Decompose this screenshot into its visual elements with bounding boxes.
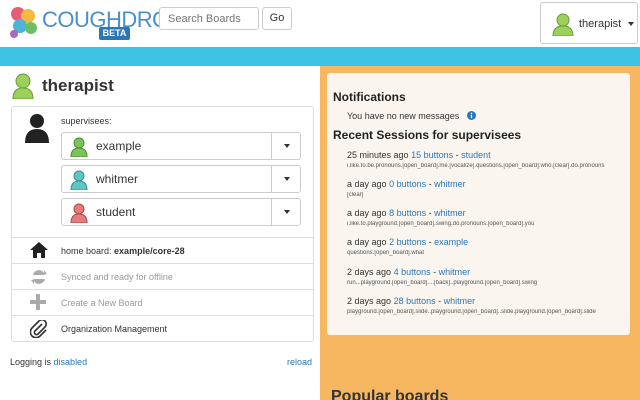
session-buttons-link[interactable]: 0 buttons	[389, 179, 426, 189]
avatar-icon	[70, 170, 88, 190]
session-buttons-link[interactable]: 15 buttons	[411, 150, 453, 160]
session-item: a day ago 2 buttons - example questions.…	[347, 237, 625, 256]
caret-down-icon	[284, 177, 290, 181]
session-detail: run...playground.[open_board]....[back].…	[347, 280, 538, 286]
sync-icon	[31, 270, 47, 284]
beta-badge: BETA	[99, 27, 130, 40]
session-item: 2 days ago 28 buttons - whitmer playgrou…	[347, 296, 625, 315]
session-time: a day ago	[347, 237, 387, 247]
recent-sessions-heading: Recent Sessions for supervisees	[333, 128, 522, 142]
session-time: a day ago	[347, 179, 387, 189]
notifications-card: Notifications You have no new messages R…	[327, 73, 630, 335]
supervisee-row[interactable]: example	[61, 132, 301, 160]
create-board-label: Create a New Board	[61, 298, 143, 308]
avatar-icon	[70, 137, 88, 157]
session-time: a day ago	[347, 208, 387, 218]
caret-down-icon	[284, 144, 290, 148]
notifications-heading: Notifications	[333, 90, 406, 104]
session-time: 25 minutes ago	[347, 150, 409, 160]
supervisee-row[interactable]: whitmer	[61, 165, 301, 193]
session-item: 25 minutes ago 15 buttons - student i.li…	[347, 150, 625, 169]
org-management-label: Organization Management	[61, 324, 168, 334]
page-title: therapist	[42, 76, 114, 95]
session-detail: [clear]	[347, 192, 364, 198]
session-time: 2 days ago	[347, 267, 392, 277]
supervisee-dropdown[interactable]	[271, 133, 301, 159]
session-item: a day ago 0 buttons - whitmer [clear]	[347, 179, 625, 198]
home-board-value[interactable]: example/core-28	[114, 246, 185, 256]
session-user-link[interactable]: whitmer	[434, 179, 466, 189]
session-detail: i.like.to.playground.[open_board].swing.…	[347, 221, 535, 227]
session-buttons-link[interactable]: 8 buttons	[389, 208, 426, 218]
accent-bar	[0, 47, 640, 66]
supervisees-label: supervisees:	[61, 116, 112, 126]
logging-prefix: Logging is	[10, 357, 54, 367]
top-header: COUGHDROP BETA Go therapist	[0, 0, 640, 47]
logo-icon[interactable]	[6, 4, 40, 40]
home-board-row[interactable]: home board: example/core-28	[12, 237, 313, 263]
session-user-link[interactable]: whitmer	[434, 208, 466, 218]
caret-down-icon	[628, 22, 634, 26]
home-icon	[30, 242, 48, 258]
session-user-link[interactable]: whitmer	[444, 296, 476, 306]
sync-row[interactable]: Synced and ready for offline	[12, 263, 313, 289]
avatar-icon	[552, 13, 574, 36]
supervisee-name: example	[96, 139, 142, 153]
user-menu-button[interactable]: therapist	[540, 2, 638, 44]
session-buttons-link[interactable]: 4 buttons	[394, 267, 431, 277]
left-panel: therapist supervisees: example whitmer s…	[0, 66, 320, 400]
user-name: therapist	[579, 18, 622, 30]
supervisee-dropdown[interactable]	[271, 199, 301, 225]
session-buttons-link[interactable]: 28 buttons	[394, 296, 436, 306]
session-buttons-link[interactable]: 2 buttons	[389, 237, 426, 247]
supervisee-name: student	[96, 205, 136, 219]
session-user-link[interactable]: student	[461, 150, 491, 160]
logging-status: Logging is disabled	[10, 357, 87, 367]
supervisee-dropdown[interactable]	[271, 166, 301, 192]
reload-link[interactable]: reload	[287, 357, 312, 367]
paperclip-icon	[30, 320, 48, 338]
home-board-text: home board: example/core-28	[61, 246, 185, 256]
logging-toggle-link[interactable]: disabled	[54, 357, 88, 367]
person-icon	[25, 114, 49, 143]
sync-status: Synced and ready for offline	[61, 272, 173, 282]
avatar-icon	[12, 73, 34, 99]
create-board-row[interactable]: Create a New Board	[12, 289, 313, 315]
session-time: 2 days ago	[347, 296, 392, 306]
org-management-row[interactable]: Organization Management	[12, 315, 313, 341]
home-board-label: home board:	[61, 246, 115, 256]
session-item: 2 days ago 4 buttons - whitmer run...pla…	[347, 267, 625, 286]
supervisor-panel: supervisees: example whitmer student hom…	[11, 106, 314, 342]
avatar-icon	[70, 203, 88, 223]
no-messages-text: You have no new messages	[347, 111, 460, 121]
supervisee-row[interactable]: student	[61, 198, 301, 226]
session-detail: playground.[open_board].slide..playgroun…	[347, 309, 596, 315]
session-detail: questions.[open_board].what	[347, 250, 425, 256]
right-panel: Notifications You have no new messages R…	[320, 66, 640, 400]
session-item: a day ago 8 buttons - whitmer i.like.to.…	[347, 208, 625, 227]
session-detail: i.like.to.be.pronouns.[open_board].me.[v…	[347, 163, 605, 169]
popular-boards-heading: Popular boards	[331, 388, 449, 400]
plus-icon	[30, 294, 46, 310]
search-input[interactable]	[159, 7, 259, 30]
info-icon[interactable]	[467, 111, 476, 120]
session-user-link[interactable]: example	[434, 237, 468, 247]
go-button[interactable]: Go	[262, 7, 292, 30]
session-user-link[interactable]: whitmer	[439, 267, 471, 277]
caret-down-icon	[284, 210, 290, 214]
supervisee-name: whitmer	[96, 172, 139, 186]
